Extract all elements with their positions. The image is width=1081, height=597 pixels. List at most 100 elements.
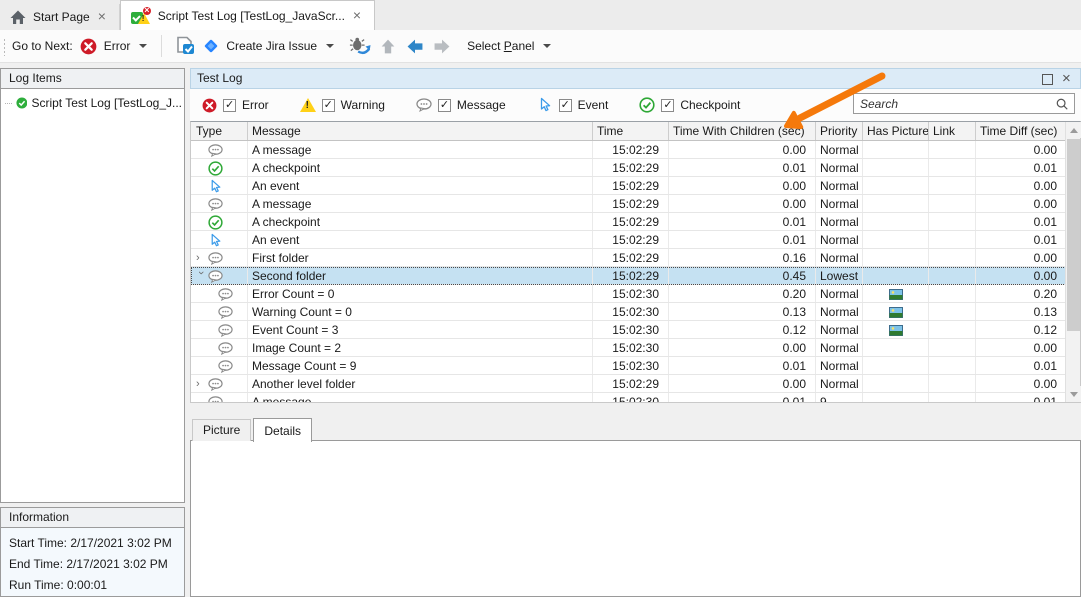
link-cell xyxy=(929,303,976,320)
tab-start-page[interactable]: Start Page xyxy=(0,4,120,30)
has-picture-cell xyxy=(863,375,929,392)
table-row[interactable]: › First folder 15:02:29 0.16 Normal 0.00 xyxy=(191,249,1066,267)
error-filter-checkbox[interactable] xyxy=(223,99,236,112)
link-cell xyxy=(929,177,976,194)
scroll-down-icon[interactable] xyxy=(1066,386,1081,402)
table-row[interactable]: An event 15:02:29 0.00 Normal 0.00 xyxy=(191,177,1066,195)
type-cell xyxy=(191,231,248,248)
table-row[interactable]: A checkpoint 15:02:29 0.01 Normal 0.01 xyxy=(191,159,1066,177)
link-cell xyxy=(929,213,976,230)
column-header-time-diff[interactable]: Time Diff (sec) xyxy=(976,122,1066,140)
chevron-down-icon[interactable] xyxy=(139,44,147,48)
close-icon[interactable] xyxy=(97,11,109,23)
chevron-down-icon[interactable] xyxy=(543,44,551,48)
expander-icon[interactable]: › xyxy=(196,377,206,391)
column-header-time[interactable]: Time xyxy=(593,122,669,140)
has-picture-cell xyxy=(863,195,929,212)
home-icon xyxy=(10,10,26,25)
column-header-type[interactable]: Type xyxy=(191,122,248,140)
time-diff-cell: 0.00 xyxy=(976,249,1066,266)
search-input[interactable] xyxy=(854,97,1055,111)
run-to-bug-icon[interactable] xyxy=(349,36,371,56)
message-icon xyxy=(208,143,223,158)
table-row[interactable]: A message 15:02:29 0.00 Normal 0.00 xyxy=(191,141,1066,159)
priority-cell: Normal xyxy=(816,213,863,230)
scrollbar-thumb[interactable] xyxy=(1067,139,1080,331)
table-row[interactable]: › Second folder 15:02:29 0.45 Lowest 0.0… xyxy=(191,267,1066,285)
time-with-children-cell: 0.01 xyxy=(669,159,816,176)
warning-filter-checkbox[interactable] xyxy=(322,99,335,112)
type-cell xyxy=(191,213,248,230)
time-with-children-cell: 0.16 xyxy=(669,249,816,266)
column-header-has-picture[interactable]: Has Picture xyxy=(863,122,929,140)
warning-icon xyxy=(300,98,316,112)
time-diff-cell: 0.20 xyxy=(976,285,1066,302)
table-row[interactable]: A message 15:02:29 0.00 Normal 0.00 xyxy=(191,195,1066,213)
post-summary-icon[interactable] xyxy=(174,36,196,56)
time-with-children-cell: 0.12 xyxy=(669,321,816,338)
time-diff-cell: 0.00 xyxy=(976,339,1066,356)
document-tab-bar: Start Page Script Test Log [TestLog_Java… xyxy=(0,0,1081,30)
message-icon xyxy=(218,287,233,302)
checkpoint-filter-checkbox[interactable] xyxy=(661,99,674,112)
vertical-scrollbar[interactable] xyxy=(1065,122,1080,402)
table-row[interactable]: Event Count = 3 15:02:30 0.12 Normal 0.1… xyxy=(191,321,1066,339)
column-header-message[interactable]: Message xyxy=(248,122,593,140)
expander-icon[interactable]: › xyxy=(194,271,208,281)
message-icon xyxy=(208,251,223,266)
chevron-down-icon[interactable] xyxy=(326,44,334,48)
type-cell xyxy=(191,321,248,338)
time-with-children-cell: 0.01 xyxy=(669,357,816,374)
has-picture-cell xyxy=(863,393,929,402)
table-row[interactable]: Error Count = 0 15:02:30 0.20 Normal 0.2… xyxy=(191,285,1066,303)
close-icon[interactable] xyxy=(352,10,364,22)
create-jira-issue-button[interactable]: Create Jira Issue xyxy=(226,39,317,53)
scroll-up-icon[interactable] xyxy=(1066,122,1081,138)
message-icon xyxy=(208,377,223,392)
up-arrow-icon[interactable] xyxy=(378,38,398,55)
time-with-children-cell: 0.45 xyxy=(669,267,816,284)
priority-cell: Normal xyxy=(816,303,863,320)
table-row[interactable]: An event 15:02:29 0.01 Normal 0.01 xyxy=(191,231,1066,249)
end-time: End Time: 2/17/2021 3:02 PM xyxy=(9,554,184,575)
go-to-next-error-button[interactable]: Error xyxy=(104,39,131,53)
link-cell xyxy=(929,267,976,284)
toolbar-grip[interactable] xyxy=(3,38,6,56)
table-row[interactable]: A message 15:02:30 0.01 9 0.01 xyxy=(191,393,1066,402)
search-box xyxy=(853,93,1075,114)
filter-label: Event xyxy=(578,98,609,112)
back-arrow-icon[interactable] xyxy=(405,38,425,55)
filter-label: Message xyxy=(457,98,506,112)
column-header-priority[interactable]: Priority xyxy=(816,122,863,140)
close-icon[interactable] xyxy=(1060,72,1074,86)
table-row[interactable]: Warning Count = 0 15:02:30 0.13 Normal 0… xyxy=(191,303,1066,321)
has-picture-cell xyxy=(863,303,929,320)
message-filter-checkbox[interactable] xyxy=(438,99,451,112)
filter-message: Message xyxy=(416,97,506,113)
tab-picture[interactable]: Picture xyxy=(192,419,251,441)
table-row[interactable]: › Another level folder 15:02:29 0.00 Nor… xyxy=(191,375,1066,393)
tab-details[interactable]: Details xyxy=(253,418,312,442)
time-with-children-cell: 0.00 xyxy=(669,375,816,392)
details-panel[interactable] xyxy=(190,440,1081,597)
forward-arrow-icon[interactable] xyxy=(432,38,452,55)
tree-item-script-test-log[interactable]: Script Test Log [TestLog_J... xyxy=(1,89,184,111)
checkpoint-icon xyxy=(208,215,223,230)
search-icon[interactable] xyxy=(1055,97,1069,111)
table-row[interactable]: Message Count = 9 15:02:30 0.01 Normal 0… xyxy=(191,357,1066,375)
has-picture-cell xyxy=(863,321,929,338)
table-row[interactable]: Image Count = 2 15:02:30 0.00 Normal 0.0… xyxy=(191,339,1066,357)
expander-icon[interactable]: › xyxy=(196,251,206,265)
priority-cell: Normal xyxy=(816,141,863,158)
link-cell xyxy=(929,141,976,158)
column-header-time-with-children[interactable]: Time With Children (sec) xyxy=(669,122,816,140)
tab-script-test-log[interactable]: Script Test Log [TestLog_JavaScr... xyxy=(120,0,375,30)
table-row[interactable]: A checkpoint 15:02:29 0.01 Normal 0.01 xyxy=(191,213,1066,231)
link-cell xyxy=(929,285,976,302)
event-filter-checkbox[interactable] xyxy=(559,99,572,112)
column-header-link[interactable]: Link xyxy=(929,122,976,140)
time-cell: 15:02:29 xyxy=(593,267,669,284)
maximize-icon[interactable] xyxy=(1040,72,1054,86)
select-panel-button[interactable]: Select Panel xyxy=(467,39,534,53)
time-cell: 15:02:29 xyxy=(593,177,669,194)
